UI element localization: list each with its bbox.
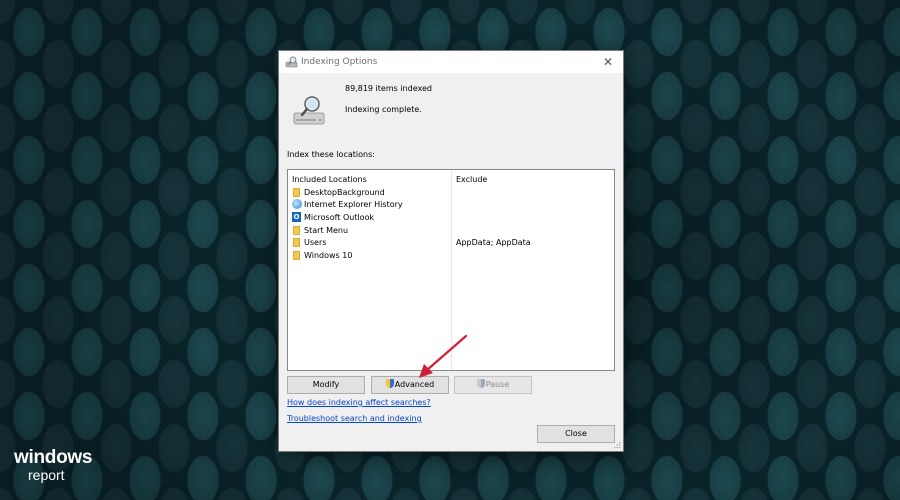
location-exclude: AppData; AppData xyxy=(456,238,531,247)
location-row[interactable]: Users AppData; AppData xyxy=(290,237,610,249)
location-name: DesktopBackground xyxy=(304,188,385,197)
location-name: Start Menu xyxy=(304,226,349,235)
indexing-drive-icon xyxy=(293,96,325,125)
locations-list[interactable]: Included Locations Exclude DesktopBackgr… xyxy=(287,169,615,371)
close-icon[interactable]: ✕ xyxy=(593,51,623,73)
folder-icon xyxy=(293,188,300,197)
pause-button[interactable]: Pause xyxy=(454,376,532,394)
title-bar[interactable]: Indexing Options ✕ xyxy=(279,51,623,73)
location-row[interactable]: Windows 10 xyxy=(290,250,610,262)
resize-grip-icon[interactable] xyxy=(613,441,621,449)
folder-icon xyxy=(293,238,300,247)
location-row[interactable]: Start Menu xyxy=(290,225,610,237)
indexing-options-icon xyxy=(285,56,298,68)
pause-button-label: Pause xyxy=(485,380,510,389)
advanced-button[interactable]: Advanced xyxy=(371,376,449,394)
indexing-status: Indexing complete. xyxy=(345,105,422,114)
items-indexed-count: 89,819 items indexed xyxy=(345,84,432,93)
internet-explorer-icon xyxy=(292,199,302,209)
advanced-button-label: Advanced xyxy=(394,380,435,389)
modify-button[interactable]: Modify xyxy=(287,376,365,394)
folder-icon xyxy=(293,226,300,235)
uac-shield-icon xyxy=(385,379,394,388)
uac-shield-icon xyxy=(476,379,485,388)
location-row[interactable]: DesktopBackground xyxy=(290,187,610,199)
location-name: Internet Explorer History xyxy=(304,200,403,209)
brand-line-1: windows xyxy=(14,447,93,468)
close-button[interactable]: Close xyxy=(537,425,615,443)
outlook-icon: O xyxy=(292,212,301,222)
location-row[interactable]: O Microsoft Outlook xyxy=(290,212,610,224)
modify-button-label: Modify xyxy=(312,380,340,389)
indexing-options-dialog: Indexing Options ✕ 89,819 items indexed … xyxy=(278,50,624,452)
location-name: Windows 10 xyxy=(304,251,353,260)
folder-icon xyxy=(293,251,300,260)
troubleshoot-link[interactable]: Troubleshoot search and indexing xyxy=(287,414,422,423)
windows-report-logo: windows report xyxy=(14,448,92,482)
included-locations-header[interactable]: Included Locations xyxy=(292,175,367,184)
location-name: Microsoft Outlook xyxy=(304,213,375,222)
location-row[interactable]: Internet Explorer History xyxy=(290,199,610,211)
brand-line-2: report xyxy=(28,467,65,483)
exclude-header[interactable]: Exclude xyxy=(456,175,487,184)
close-button-label: Close xyxy=(565,429,587,438)
index-locations-label: Index these locations: xyxy=(287,150,375,159)
how-indexing-affects-link[interactable]: How does indexing affect searches? xyxy=(287,398,431,407)
window-title: Indexing Options xyxy=(301,57,378,67)
location-name: Users xyxy=(304,238,327,247)
